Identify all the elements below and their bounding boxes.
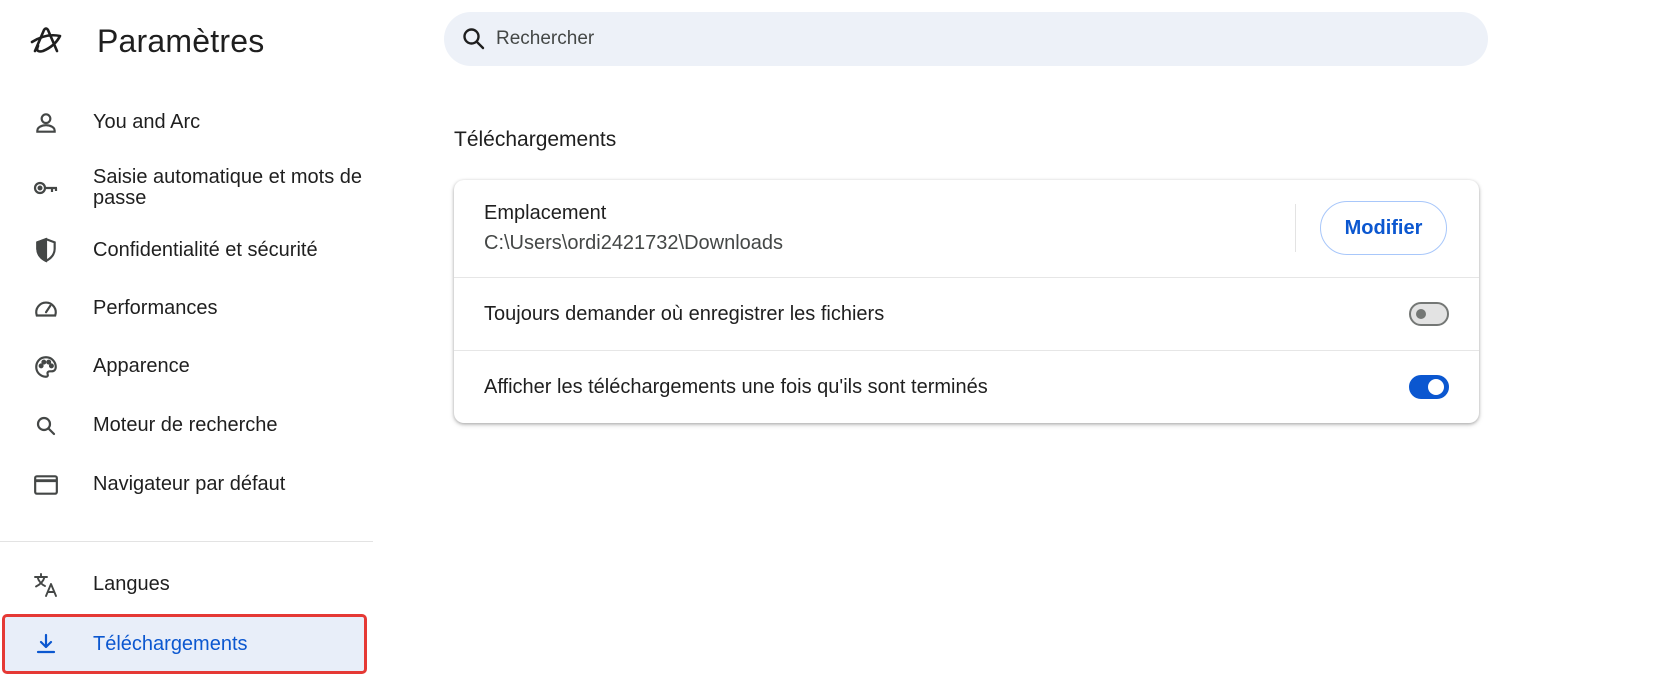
sidebar-item-languages[interactable]: Langues <box>0 568 373 602</box>
section-title: Téléchargements <box>454 128 617 151</box>
vertical-separator <box>1295 204 1296 252</box>
browser-window-icon <box>32 471 60 499</box>
page-title: Paramètres <box>97 23 265 59</box>
sidebar-item-appearance[interactable]: Apparence <box>0 350 373 384</box>
show-when-done-row[interactable]: Afficher les téléchargements une fois qu… <box>454 350 1479 423</box>
search-bar[interactable] <box>444 12 1488 66</box>
sidebar-item-label: Moteur de recherche <box>93 414 278 436</box>
ask-where-row[interactable]: Toujours demander où enregistrer les fic… <box>454 277 1479 350</box>
location-path: C:\Users\ordi2421732\Downloads <box>484 232 784 254</box>
ask-where-label: Toujours demander où enregistrer les fic… <box>484 303 885 325</box>
sidebar-item-default-browser[interactable]: Navigateur par défaut <box>0 468 373 502</box>
key-icon <box>32 174 60 202</box>
palette-icon <box>32 353 60 381</box>
show-when-done-toggle[interactable] <box>1409 375 1449 399</box>
sidebar-item-label: Confidentialité et sécurité <box>93 239 318 261</box>
sidebar-item-label: Apparence <box>93 355 190 377</box>
translate-icon <box>32 571 60 599</box>
search-icon <box>460 25 488 53</box>
location-title: Emplacement <box>484 202 607 224</box>
sidebar-divider <box>0 541 373 542</box>
show-when-done-label: Afficher les téléchargements une fois qu… <box>484 376 988 398</box>
toggle-knob <box>1428 379 1444 395</box>
speedometer-icon <box>32 295 60 323</box>
sidebar-item-search-engine[interactable]: Moteur de recherche <box>0 409 373 443</box>
sidebar-item-downloads[interactable]: Téléchargements <box>2 614 367 674</box>
sidebar-item-you-and-arc[interactable]: You and Arc <box>0 106 373 140</box>
shield-icon <box>32 236 60 264</box>
modify-location-button[interactable]: Modifier <box>1320 201 1447 255</box>
person-icon <box>32 109 60 137</box>
sidebar-item-label: Navigateur par défaut <box>93 473 286 495</box>
sidebar-item-label: You and Arc <box>93 111 201 133</box>
ask-where-toggle[interactable] <box>1409 302 1449 326</box>
search-icon <box>32 412 60 440</box>
sidebar-item-performance[interactable]: Performances <box>0 292 373 326</box>
sidebar-item-label: Téléchargements <box>93 633 248 655</box>
settings-app: Paramètres You and Arc Saisie automatiqu… <box>0 0 1669 682</box>
sidebar-item-autofill[interactable]: Saisie automatique et mots de passe <box>0 164 373 212</box>
download-icon <box>32 630 60 658</box>
downloads-settings-card: Emplacement C:\Users\ordi2421732\Downloa… <box>454 180 1479 423</box>
sidebar: Paramètres You and Arc Saisie automatiqu… <box>0 0 373 682</box>
location-row: Emplacement C:\Users\ordi2421732\Downloa… <box>454 180 1479 277</box>
sidebar-item-label: Langues <box>93 573 170 595</box>
brand: Paramètres <box>28 20 264 62</box>
sidebar-item-privacy[interactable]: Confidentialité et sécurité <box>0 234 373 268</box>
arc-logo-icon <box>28 23 64 59</box>
sidebar-item-label: Saisie automatique et mots de passe <box>93 166 363 209</box>
search-input[interactable] <box>496 12 1456 66</box>
toggle-knob <box>1416 309 1426 319</box>
sidebar-item-label: Performances <box>93 297 218 319</box>
